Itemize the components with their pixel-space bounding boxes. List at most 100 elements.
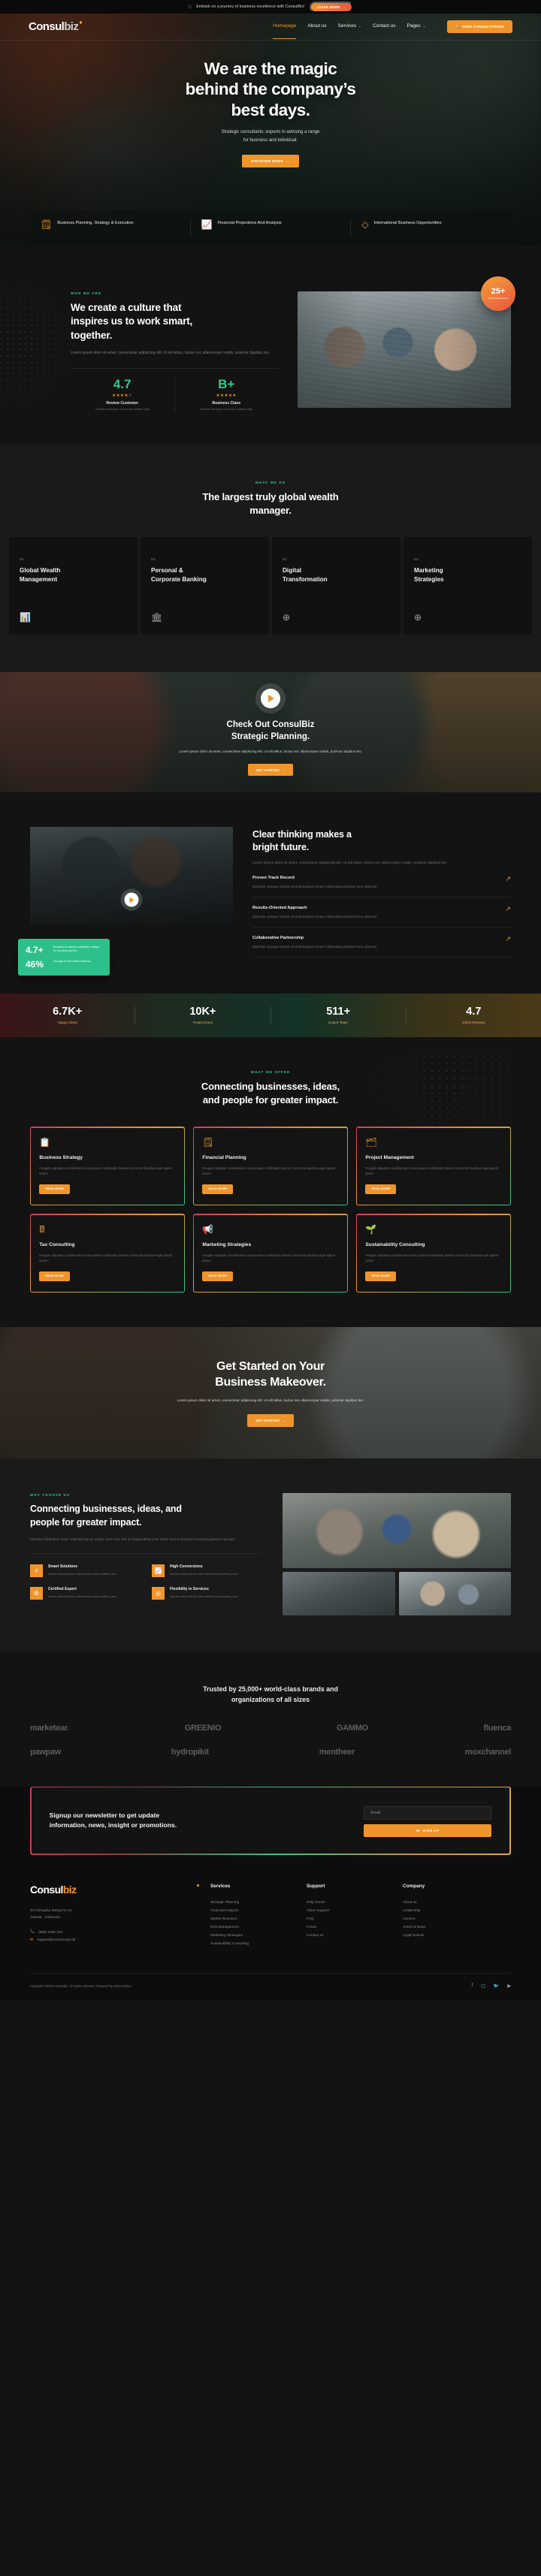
accordion-item-collaborative-partnership[interactable]: Collaborative Partnership Dignissim quis… xyxy=(252,928,511,958)
footer-link[interactable]: Financial Analysis xyxy=(210,1906,292,1914)
card-title: Marketing Strategies xyxy=(414,566,521,584)
hero-title-line-1: We are the magic xyxy=(204,59,337,78)
footer-link[interactable]: Contact us xyxy=(307,1931,388,1939)
rating-stats: 4.7 ★★★★★ Review Customer Thanklon becau… xyxy=(71,367,278,412)
free-consultations-button[interactable]: 🔍 FREE CONSULTATIONS xyxy=(447,20,512,33)
title-line-2: bright future. xyxy=(252,842,309,853)
service-card[interactable]: 04 Marketing Strategies ⊕ xyxy=(403,537,532,635)
read-more-button[interactable]: READ MORE xyxy=(202,1184,234,1194)
card-number: 01 xyxy=(20,557,25,562)
read-more-button[interactable]: READ MORE xyxy=(365,1184,397,1194)
accordion-item-results-oriented-approach[interactable]: Results-Oriented Approach Dignissim quis… xyxy=(252,897,511,928)
learn-more-button[interactable]: LEARN MORE → xyxy=(309,1,354,13)
nav-item-pages[interactable]: Pages ⌄ xyxy=(407,23,426,30)
offer-card-business-strategy[interactable]: 📋 Business Strategy Feugiat vulputate co… xyxy=(30,1127,185,1206)
discover-more-button[interactable]: DISCOVER MORE → xyxy=(242,154,299,167)
footer-link[interactable]: Legal Notices xyxy=(403,1931,484,1939)
nav-label: Contact us xyxy=(372,23,396,29)
service-card[interactable]: 02 Personal & Corporate Banking 🏛 xyxy=(141,537,269,635)
footer-address: Jln Cempaka Wangi No 22 Jakarta - Indone… xyxy=(30,1908,195,1920)
experience-number: 25+ xyxy=(491,286,506,296)
what-we-do-header: WHAT WE DO The largest truly global weal… xyxy=(0,481,541,517)
footer-link[interactable]: FAQ xyxy=(307,1914,388,1923)
footer-email[interactable]: ✉ support@yourdomain.tld xyxy=(30,1936,195,1944)
read-more-button[interactable]: READ MORE xyxy=(39,1184,71,1194)
arrow-right-icon: → xyxy=(286,158,290,163)
why-feature-desc: Mauris metus finibus vitae facilisis lac… xyxy=(170,1571,239,1576)
free-consultations-label: FREE CONSULTATIONS xyxy=(462,25,504,29)
logo-text-primary: Consul xyxy=(29,20,65,33)
hero-feature-item[interactable]: 🗒 Business Planning, Strategy & Executio… xyxy=(30,220,191,237)
service-card[interactable]: 03 Digital Transformation ⊕ xyxy=(272,537,400,635)
team-photo xyxy=(298,291,511,408)
footer-link[interactable]: Risk Management xyxy=(210,1923,292,1931)
nav-item-about-us[interactable]: About us xyxy=(307,23,326,30)
email-input[interactable] xyxy=(364,1806,492,1820)
offer-card-project-management[interactable]: 🗂 Project Management Feugiat vulputate c… xyxy=(356,1127,511,1206)
footer-link[interactable]: Forum xyxy=(307,1923,388,1931)
footer-link[interactable]: About us xyxy=(403,1898,484,1906)
footer-link[interactable]: Market Research xyxy=(210,1914,292,1923)
facebook-icon[interactable]: f xyxy=(472,1983,473,1989)
arrow-up-right-icon: ↗ xyxy=(505,934,511,943)
float-stat-row: 4.7+ Business & customer satisfaction ra… xyxy=(26,946,102,955)
nav-item-services[interactable]: Services ⌄ xyxy=(338,23,361,30)
newsletter-form: ✉ SIGN UP xyxy=(364,1804,492,1838)
footer-link[interactable]: Leadership xyxy=(403,1906,484,1914)
stat-item: 4.7 Client Reviews xyxy=(407,1006,541,1025)
footer-link[interactable]: Article & News xyxy=(403,1923,484,1931)
hero-feature-item[interactable]: ◇ International Business Opportunities xyxy=(351,220,511,237)
signup-button[interactable]: ✉ SIGN UP xyxy=(364,1824,492,1838)
stat-item: 10K+ Project Done xyxy=(135,1006,271,1025)
footer-link[interactable]: Ticket Support xyxy=(307,1906,388,1914)
footer-phone[interactable]: 📞 (888) 4000 234 xyxy=(30,1928,195,1936)
footer-link[interactable]: Help Center xyxy=(307,1898,388,1906)
offer-card-sustainability-consulting[interactable]: 🌱 Sustainability Consulting Feugiat vulp… xyxy=(356,1214,511,1293)
arrow-right-icon: → xyxy=(281,1419,286,1423)
why-feature-title: Certified Expert xyxy=(48,1586,77,1591)
read-more-button[interactable]: READ MORE xyxy=(39,1271,71,1281)
clear-thinking-lead: Lorem ipsum dolor sit amet, consectetur … xyxy=(252,861,448,866)
what-we-do-section: WHAT WE DO The largest truly global weal… xyxy=(0,444,541,673)
video-get-started-button[interactable]: GET STARTED → xyxy=(247,764,294,777)
footer-logo[interactable]: Consulbiz xyxy=(30,1884,199,1896)
offer-card-marketing-strategies[interactable]: 📢 Marketing Strategies Feugiat vulputate… xyxy=(193,1214,348,1293)
logo-dot-icon xyxy=(196,1884,199,1887)
offer-card-tax-consulting[interactable]: 🖩 Tax Consulting Feugiat vulputate condi… xyxy=(30,1214,185,1293)
get-started-title: Get Started on Your Business Makeover. xyxy=(215,1359,326,1390)
what-we-do-cards: 01 Global Wealth Management 📊 02 Personal… xyxy=(0,537,541,635)
footer-link[interactable]: Sustainability Consulting xyxy=(210,1939,292,1947)
youtube-icon[interactable]: ▶ xyxy=(507,1983,511,1989)
brand-logo: hydropikit xyxy=(171,1747,209,1757)
brand-logo: GAMMO xyxy=(337,1723,368,1733)
play-icon[interactable] xyxy=(261,689,280,709)
instagram-icon[interactable]: ▢ xyxy=(481,1983,485,1989)
site-logo[interactable]: Consulbiz xyxy=(29,20,83,33)
hero-feature-item[interactable]: 📈 Financial Projections And Analysis xyxy=(191,220,352,237)
footer-column-services: Services Strategic Planning Financial An… xyxy=(210,1884,292,1947)
discover-more-label: DISCOVER MORE xyxy=(251,158,284,163)
experience-badge: 25+ Years of Experience xyxy=(481,276,515,311)
accordion-item-proven-track-record[interactable]: Proven Track Record Dignissim quisque te… xyxy=(252,867,511,897)
footer-link[interactable]: Marketing Strategies xyxy=(210,1931,292,1939)
offer-card-financial-planning[interactable]: 🗒 Financial Planning Feugiat vulputate c… xyxy=(193,1127,348,1206)
footer-link[interactable]: Strategic Planning xyxy=(210,1898,292,1906)
read-more-button[interactable]: READ MORE xyxy=(202,1271,234,1281)
logo-dot-icon xyxy=(79,21,83,24)
play-triangle xyxy=(129,897,134,903)
service-card[interactable]: 01 Global Wealth Management 📊 xyxy=(9,537,138,635)
arrow-up-right-icon: ↗ xyxy=(505,874,511,882)
footer-link[interactable]: Careers xyxy=(403,1914,484,1923)
nav-links: Homepage About us Services ⌄ Contact us P… xyxy=(273,20,512,39)
read-more-button[interactable]: READ MORE xyxy=(365,1271,397,1281)
hero-title-line-2: behind the company’s xyxy=(185,80,356,99)
twitter-icon[interactable]: 🐦 xyxy=(494,1983,499,1989)
get-started-button[interactable]: GET STARTED → xyxy=(246,1414,295,1428)
brand-logo: mentheer xyxy=(319,1747,355,1757)
presentation-icon: 📋 xyxy=(39,1136,51,1148)
nav-item-homepage[interactable]: Homepage xyxy=(273,23,297,39)
nav-item-contact-us[interactable]: Contact us xyxy=(373,23,396,30)
play-icon[interactable] xyxy=(124,892,139,907)
footer-bottom: Copyright ©2024 consulbiz, All rights re… xyxy=(30,1973,511,2001)
fingerprint-icon: ◎ xyxy=(152,1586,165,1600)
